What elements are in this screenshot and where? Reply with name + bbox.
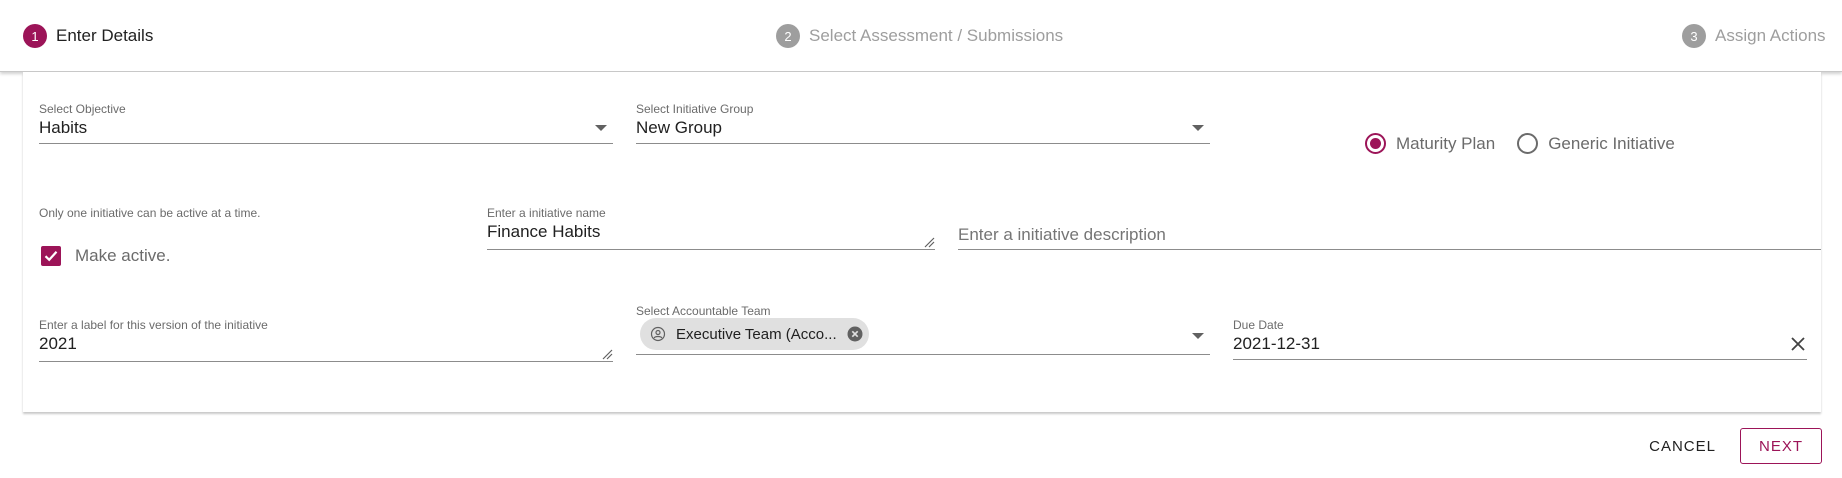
objective-value: Habits — [39, 118, 88, 137]
chevron-down-icon — [1192, 333, 1204, 339]
step-number: 2 — [776, 24, 800, 48]
version-label-textarea[interactable]: Enter a label for this version of the in… — [39, 318, 613, 362]
step-number: 1 — [23, 24, 47, 48]
due-date-value: 2021-12-31 — [1233, 334, 1320, 353]
objective-select[interactable]: Select Objective Habits — [39, 102, 613, 144]
field-underline — [636, 143, 1210, 144]
field-underline — [958, 249, 1821, 250]
field-underline — [39, 143, 613, 144]
next-button[interactable]: NEXT — [1739, 428, 1822, 464]
version-label-label: Enter a label for this version of the in… — [39, 318, 268, 332]
radio-unchecked-icon[interactable] — [1517, 133, 1539, 154]
cancel-button[interactable]: CANCEL — [1633, 428, 1732, 464]
accountable-team-select[interactable]: Select Accountable Team Executive Team (… — [636, 304, 1210, 355]
step-label: Select Assessment / Submissions — [809, 26, 1064, 45]
initiative-group-label: Select Initiative Group — [636, 102, 754, 116]
team-chip-label: Executive Team (Acco... — [676, 325, 837, 343]
field-underline — [39, 361, 613, 362]
initiative-name-value: Finance Habits — [487, 222, 601, 241]
radio-checked-icon[interactable] — [1365, 133, 1386, 154]
resize-handle-icon[interactable] — [601, 348, 613, 360]
step-number: 3 — [1682, 24, 1706, 48]
initiative-description-placeholder: Enter a initiative description — [958, 225, 1166, 244]
radio-label: Maturity Plan — [1396, 133, 1496, 153]
field-underline — [636, 354, 1210, 355]
initiative-name-label: Enter a initiative name — [487, 206, 606, 220]
objective-label: Select Objective — [39, 102, 126, 116]
version-label-value: 2021 — [39, 334, 77, 353]
step-label: Assign Actions — [1715, 26, 1826, 45]
checkbox-checked-icon[interactable] — [41, 246, 61, 266]
initiative-group-value: New Group — [636, 118, 722, 137]
clear-icon[interactable] — [1789, 335, 1807, 353]
radio-label: Generic Initiative — [1548, 133, 1675, 153]
stepper: 1 Enter Details 2 Select Assessment / Su… — [0, 0, 1842, 72]
initiative-description-input[interactable]: Enter a initiative description — [958, 220, 1821, 250]
chip-remove-icon[interactable] — [847, 326, 863, 342]
step-label: Enter Details — [56, 26, 154, 45]
make-active-label: Make active. — [75, 246, 171, 265]
due-date-label: Due Date — [1233, 318, 1284, 332]
make-active-checkbox[interactable]: Make active. — [41, 246, 170, 266]
initiative-group-select[interactable]: Select Initiative Group New Group — [636, 102, 1210, 144]
team-chip[interactable]: Executive Team (Acco... — [640, 318, 869, 350]
details-form-card: Select Objective Habits Select Initiativ… — [23, 72, 1821, 412]
step-select-assessment[interactable]: 2 Select Assessment / Submissions — [776, 24, 1063, 48]
active-hint: Only one initiative can be active at a t… — [39, 206, 261, 220]
field-underline — [1233, 359, 1807, 360]
account-circle-icon — [650, 326, 666, 342]
field-underline — [487, 249, 935, 250]
due-date-input[interactable]: Due Date 2021-12-31 — [1233, 318, 1807, 360]
chevron-down-icon — [1192, 125, 1204, 131]
plan-type-radio-group: Maturity Plan Generic Initiative — [1365, 133, 1697, 154]
accountable-team-label: Select Accountable Team — [636, 304, 771, 318]
initiative-name-textarea[interactable]: Enter a initiative name Finance Habits — [487, 206, 935, 250]
form-actions: CANCEL NEXT — [1633, 428, 1822, 464]
step-assign-actions[interactable]: 3 Assign Actions — [1682, 24, 1826, 48]
step-enter-details[interactable]: 1 Enter Details — [23, 24, 153, 48]
radio-generic-initiative[interactable]: Generic Initiative — [1517, 133, 1675, 154]
radio-maturity-plan[interactable]: Maturity Plan — [1365, 133, 1495, 154]
resize-handle-icon[interactable] — [923, 236, 935, 248]
chevron-down-icon — [595, 125, 607, 131]
